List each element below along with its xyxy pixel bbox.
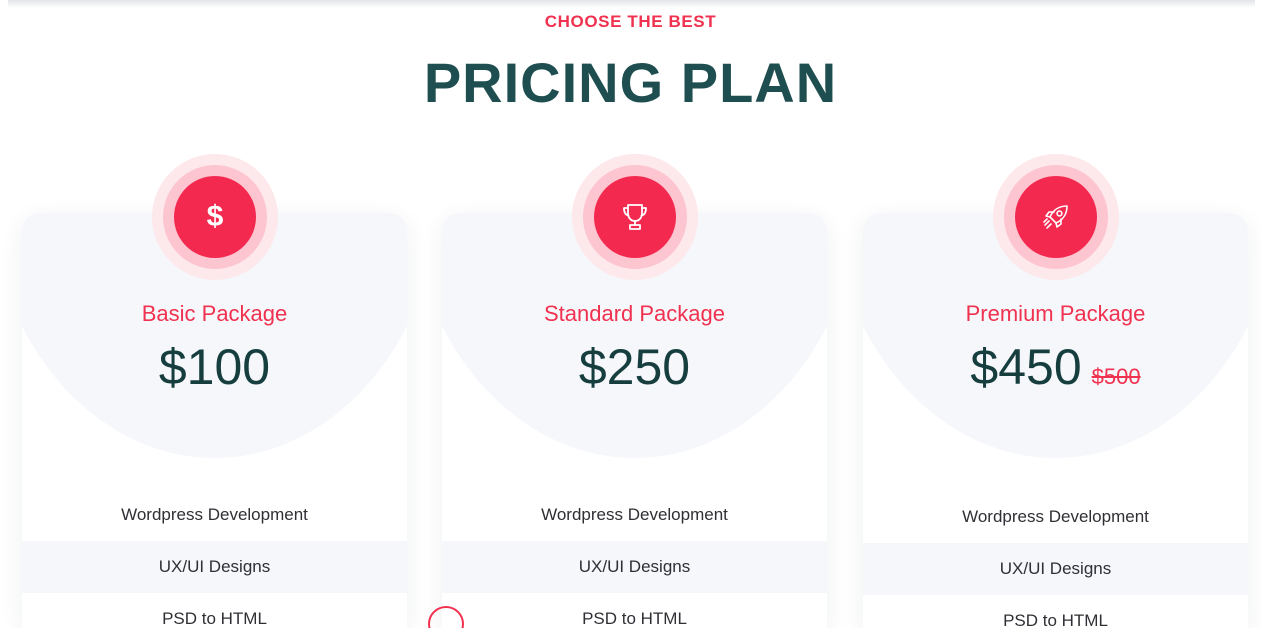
plan-price: $250 bbox=[578, 339, 691, 395]
plan-old-price: $500 bbox=[1091, 364, 1141, 389]
feature-item: PSD to HTML bbox=[1003, 611, 1108, 628]
plan-name: Premium Package bbox=[965, 301, 1146, 326]
trophy-badge bbox=[572, 154, 698, 280]
feature-item: UX/UI Designs bbox=[442, 541, 827, 593]
badge-ring: $ bbox=[163, 165, 267, 269]
badge-ring bbox=[1004, 165, 1108, 269]
dollar-icon: $ bbox=[174, 176, 256, 258]
section-title: PRICING PLAN bbox=[423, 51, 838, 114]
rocket-badge bbox=[993, 154, 1119, 280]
price-row: $250 bbox=[442, 338, 827, 396]
feature-item: UX/UI Designs bbox=[863, 543, 1248, 595]
feature-list: Wordpress Development UX/UI Designs PSD … bbox=[863, 491, 1248, 628]
plan-price: $450 bbox=[970, 339, 1082, 395]
feature-item: Wordpress Development bbox=[541, 505, 728, 524]
feature-item: Wordpress Development bbox=[962, 507, 1149, 526]
feature-item: PSD to HTML bbox=[582, 609, 687, 628]
section-eyebrow: CHOOSE THE BEST bbox=[544, 12, 717, 31]
price-row: $450 $500 bbox=[863, 338, 1248, 396]
trophy-icon bbox=[594, 176, 676, 258]
top-shadow-bar bbox=[8, 0, 1255, 8]
plan-name: Standard Package bbox=[543, 301, 726, 326]
feature-list: Wordpress Development UX/UI Designs PSD … bbox=[442, 489, 827, 628]
feature-item: UX/UI Designs bbox=[22, 541, 407, 593]
feature-list: Wordpress Development UX/UI Designs PSD … bbox=[22, 489, 407, 628]
feature-item: PSD to HTML bbox=[162, 609, 267, 628]
plan-price: $100 bbox=[158, 339, 271, 395]
rocket-icon bbox=[1015, 176, 1097, 258]
feature-item: Wordpress Development bbox=[121, 505, 308, 524]
badge-ring bbox=[583, 165, 687, 269]
plan-name: Basic Package bbox=[141, 301, 288, 326]
dollar-badge: $ bbox=[152, 154, 278, 280]
price-row: $100 bbox=[22, 338, 407, 396]
